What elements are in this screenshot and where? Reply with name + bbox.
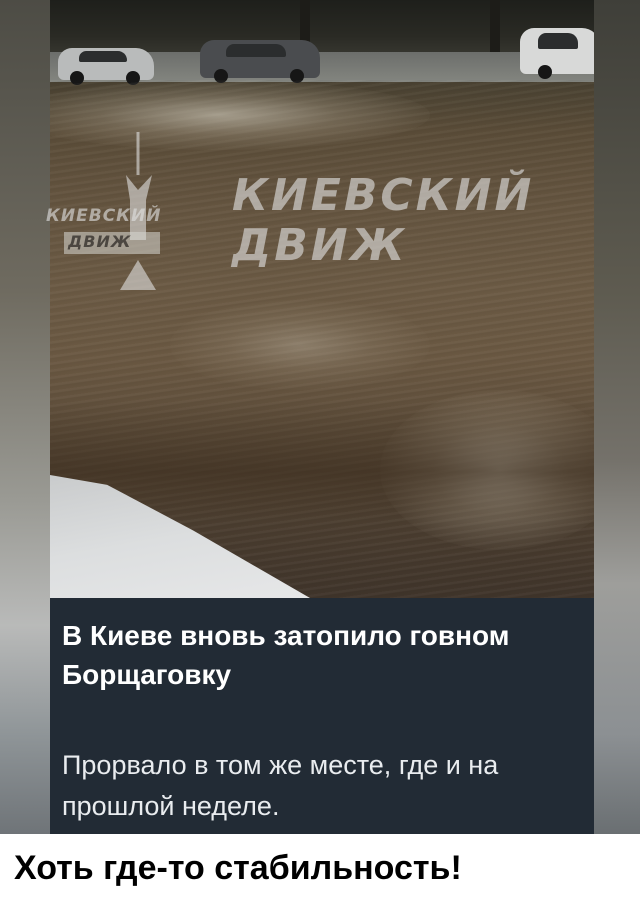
post-headline: В Киеве вновь затопило говном Борщаговку [62, 620, 510, 690]
parked-car [200, 40, 320, 83]
water-reflection [170, 300, 430, 390]
watermark-text-line1: КИЕВСКИЙ [232, 170, 535, 221]
post-body-text: Прорвало в том же месте, где и на прошло… [62, 750, 499, 821]
watermark-logo-line2: ДВИЖ [68, 232, 132, 251]
meme-image: КИЕВСКИЙ ДВИЖ КИЕВСКИЙ ДВИЖ В Киеве внов… [0, 0, 640, 914]
post-caption-panel: В Киеве вновь затопило говном Борщаговку… [50, 598, 594, 834]
blurred-left-edge [0, 0, 50, 834]
blurred-right-edge [594, 0, 640, 834]
watermark-text-line2: ДВИЖ [232, 220, 408, 271]
watermark-logo-line1: КИЕВСКИЙ [46, 206, 162, 226]
parked-car [58, 48, 154, 85]
meme-caption: Хоть где-то стабильность! [14, 849, 462, 887]
parked-car [520, 28, 594, 79]
